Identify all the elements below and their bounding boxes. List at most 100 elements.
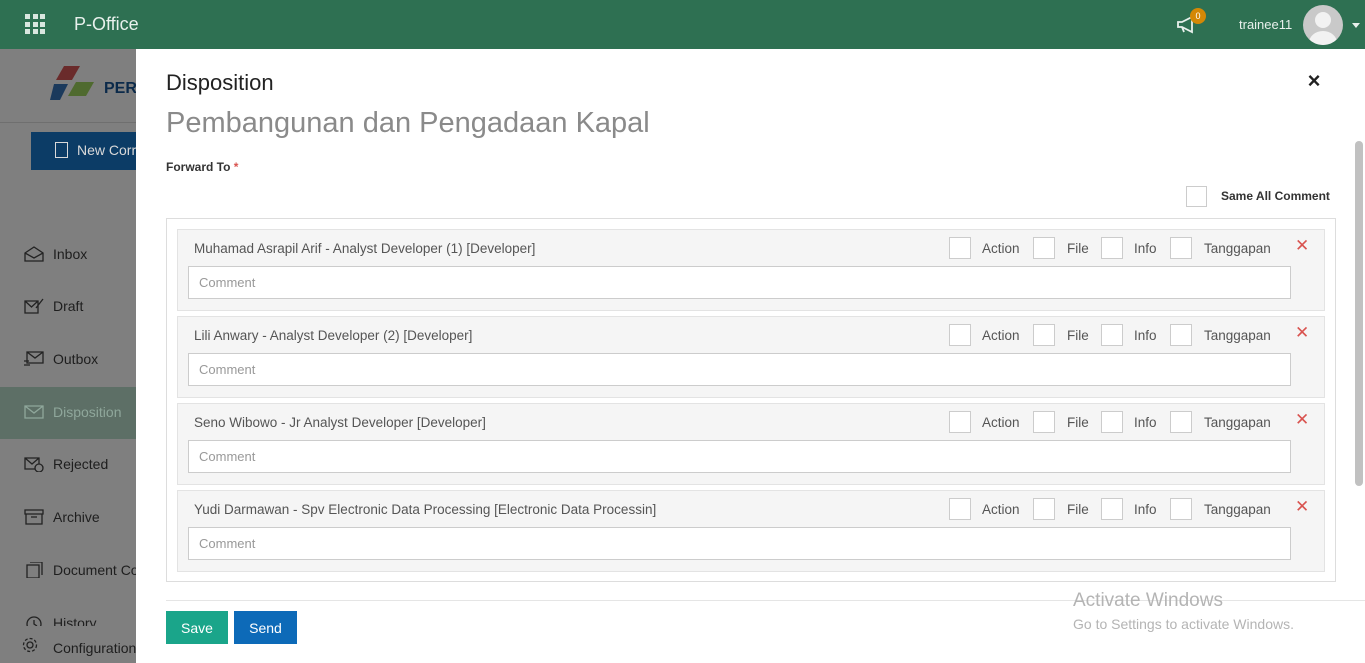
new-button-label: New Corre bbox=[77, 142, 144, 158]
file-checkbox[interactable] bbox=[1033, 498, 1055, 520]
sidebar-item-label: Inbox bbox=[53, 246, 88, 262]
recipient-row: Yudi Darmawan - Spv Electronic Data Proc… bbox=[177, 490, 1325, 572]
action-checkbox[interactable] bbox=[949, 237, 971, 259]
app-grid-icon[interactable] bbox=[25, 14, 45, 34]
sidebar-item-draft[interactable]: Draft bbox=[0, 281, 136, 333]
recipient-row: Muhamad Asrapil Arif - Analyst Developer… bbox=[177, 229, 1325, 311]
info-label: Info bbox=[1134, 328, 1157, 343]
action-label: Action bbox=[982, 328, 1020, 343]
comment-input[interactable] bbox=[188, 266, 1291, 299]
document-icon bbox=[26, 562, 43, 578]
info-label: Info bbox=[1134, 415, 1157, 430]
same-all-comment-label: Same All Comment bbox=[1221, 189, 1330, 203]
info-checkbox[interactable] bbox=[1101, 498, 1123, 520]
disposition-modal: Disposition × Pembangunan dan Pengadaan … bbox=[136, 49, 1365, 663]
new-correspondence-button[interactable]: New Corre bbox=[31, 132, 151, 170]
sidebar-item-archive[interactable]: Archive bbox=[0, 492, 136, 544]
username[interactable]: trainee11 bbox=[1239, 17, 1292, 32]
comment-input[interactable] bbox=[188, 353, 1291, 386]
sidebar-item-rejected[interactable]: Rejected bbox=[0, 439, 136, 491]
file-checkbox[interactable] bbox=[1033, 411, 1055, 433]
sidebar-item-label: Archive bbox=[53, 509, 100, 525]
recipient-list: Muhamad Asrapil Arif - Analyst Developer… bbox=[166, 218, 1336, 582]
file-label: File bbox=[1067, 502, 1089, 517]
recipient-name: Seno Wibowo - Jr Analyst Developer [Deve… bbox=[194, 415, 486, 430]
logo-text: PER bbox=[104, 80, 137, 97]
same-all-comment-checkbox[interactable] bbox=[1186, 186, 1207, 207]
comment-input[interactable] bbox=[188, 440, 1291, 473]
avatar[interactable] bbox=[1303, 5, 1343, 45]
save-button[interactable]: Save bbox=[166, 611, 228, 644]
sidebar-item-history[interactable]: History bbox=[0, 598, 136, 626]
info-checkbox[interactable] bbox=[1101, 237, 1123, 259]
tanggapan-label: Tanggapan bbox=[1204, 241, 1271, 256]
draft-icon bbox=[24, 298, 44, 314]
modal-subtitle: Pembangunan dan Pengadaan Kapal bbox=[166, 107, 650, 139]
sidebar-item-label: Document Co bbox=[53, 562, 136, 578]
modal-scrollbar[interactable] bbox=[1355, 141, 1363, 486]
sidebar-item-label: Rejected bbox=[53, 456, 109, 472]
top-bar: P-Office 0 trainee11 bbox=[0, 0, 1365, 49]
send-button[interactable]: Send bbox=[234, 611, 297, 644]
file-checkbox[interactable] bbox=[1033, 324, 1055, 346]
action-label: Action bbox=[982, 415, 1020, 430]
sidebar-item-inbox[interactable]: Inbox bbox=[0, 229, 136, 281]
file-checkbox[interactable] bbox=[1033, 237, 1055, 259]
required-mark: * bbox=[233, 160, 239, 174]
action-checkbox[interactable] bbox=[949, 411, 971, 433]
gear-icon bbox=[22, 637, 38, 653]
new-document-icon bbox=[55, 142, 68, 158]
remove-recipient-icon[interactable]: ✕ bbox=[1295, 410, 1309, 430]
outbox-icon bbox=[24, 351, 44, 366]
sidebar-divider bbox=[0, 122, 136, 123]
file-label: File bbox=[1067, 241, 1089, 256]
sidebar-item-label: Disposition bbox=[53, 404, 122, 420]
action-checkbox[interactable] bbox=[949, 498, 971, 520]
info-label: Info bbox=[1134, 502, 1157, 517]
sidebar-item-document[interactable]: Document Co bbox=[0, 545, 136, 597]
modal-title: Disposition bbox=[166, 70, 274, 95]
close-button[interactable]: × bbox=[1304, 70, 1324, 92]
user-menu-caret-icon[interactable] bbox=[1352, 23, 1360, 28]
sidebar-item-label: Draft bbox=[53, 298, 84, 314]
sidebar-item-outbox[interactable]: Outbox bbox=[0, 334, 136, 386]
tanggapan-checkbox[interactable] bbox=[1170, 237, 1192, 259]
sidebar-item-label: Configuration bbox=[53, 640, 136, 656]
action-label: Action bbox=[982, 241, 1020, 256]
tanggapan-label: Tanggapan bbox=[1204, 502, 1271, 517]
remove-recipient-icon[interactable]: ✕ bbox=[1295, 236, 1309, 256]
inbox-icon bbox=[24, 246, 44, 262]
sidebar-item-disposition[interactable]: Disposition bbox=[0, 387, 136, 439]
recipient-name: Muhamad Asrapil Arif - Analyst Developer… bbox=[194, 241, 536, 256]
tanggapan-checkbox[interactable] bbox=[1170, 324, 1192, 346]
info-label: Info bbox=[1134, 241, 1157, 256]
info-checkbox[interactable] bbox=[1101, 411, 1123, 433]
tanggapan-checkbox[interactable] bbox=[1170, 498, 1192, 520]
recipient-row: Seno Wibowo - Jr Analyst Developer [Deve… bbox=[177, 403, 1325, 485]
tanggapan-label: Tanggapan bbox=[1204, 328, 1271, 343]
sidebar-item-configuration[interactable]: Configuration bbox=[0, 628, 136, 663]
disposition-icon bbox=[24, 405, 44, 419]
sidebar-item-label: History bbox=[53, 615, 97, 626]
tanggapan-label: Tanggapan bbox=[1204, 415, 1271, 430]
sidebar: PER New Corre Inbox Draft Outbox Disposi… bbox=[0, 49, 151, 663]
forward-to-text: Forward To bbox=[166, 160, 231, 174]
archive-icon bbox=[24, 509, 44, 525]
comment-input[interactable] bbox=[188, 527, 1291, 560]
remove-recipient-icon[interactable]: ✕ bbox=[1295, 497, 1309, 517]
info-checkbox[interactable] bbox=[1101, 324, 1123, 346]
app-title: P-Office bbox=[74, 14, 139, 34]
recipient-row: Lili Anwary - Analyst Developer (2) [Dev… bbox=[177, 316, 1325, 398]
file-label: File bbox=[1067, 415, 1089, 430]
file-label: File bbox=[1067, 328, 1089, 343]
recipient-name: Lili Anwary - Analyst Developer (2) [Dev… bbox=[194, 328, 473, 343]
remove-recipient-icon[interactable]: ✕ bbox=[1295, 323, 1309, 343]
sidebar-item-label: Outbox bbox=[53, 351, 99, 367]
notification-badge: 0 bbox=[1190, 8, 1206, 24]
rejected-icon bbox=[24, 457, 44, 472]
action-label: Action bbox=[982, 502, 1020, 517]
tanggapan-checkbox[interactable] bbox=[1170, 411, 1192, 433]
action-checkbox[interactable] bbox=[949, 324, 971, 346]
activate-windows-subtitle: Go to Settings to activate Windows. bbox=[1073, 616, 1294, 632]
company-logo-icon bbox=[50, 66, 94, 100]
